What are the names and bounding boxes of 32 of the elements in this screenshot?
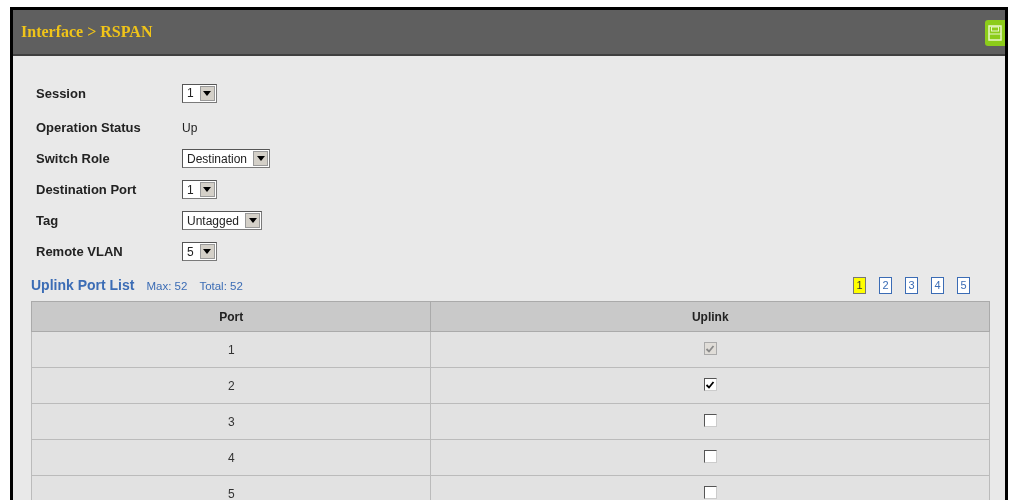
checkbox[interactable] xyxy=(703,378,717,392)
field-label: Tag xyxy=(36,212,60,230)
page-link[interactable]: 2 xyxy=(879,276,892,294)
section-title: Uplink Port List xyxy=(31,277,135,293)
dropdown[interactable]: 5 xyxy=(182,242,217,261)
field-label: Session xyxy=(36,84,87,103)
port-cell: 3 xyxy=(31,403,431,440)
field-label: Remote VLAN xyxy=(36,243,124,261)
field-label: Operation Status xyxy=(36,119,142,137)
checkbox[interactable] xyxy=(703,413,717,427)
field-label: Destination Port xyxy=(36,181,138,199)
page-link[interactable]: 5 xyxy=(957,276,970,294)
column-header: Port xyxy=(31,301,431,332)
dropdown[interactable]: Untagged xyxy=(182,211,263,230)
page-title: Interface > RSPAN xyxy=(21,23,153,41)
checkbox[interactable] xyxy=(703,449,717,463)
dropdown[interactable]: 1 xyxy=(182,83,217,103)
port-cell: 4 xyxy=(31,439,431,476)
port-cell: 2 xyxy=(31,367,431,404)
page-link[interactable]: 1 xyxy=(853,276,866,294)
total-count: Total: 52 xyxy=(199,280,243,292)
checkbox[interactable] xyxy=(703,485,717,499)
page-link[interactable]: 3 xyxy=(905,276,918,294)
field-label: Switch Role xyxy=(36,150,111,168)
column-header: Uplink xyxy=(431,301,990,332)
dropdown[interactable]: 1 xyxy=(182,180,217,199)
status-value: Up xyxy=(182,120,198,135)
max-count: Max: 52 xyxy=(146,280,188,292)
port-cell: 1 xyxy=(31,331,431,368)
page-link[interactable]: 4 xyxy=(931,276,944,294)
dropdown[interactable]: Destination xyxy=(182,149,271,168)
port-cell: 5 xyxy=(31,475,431,500)
